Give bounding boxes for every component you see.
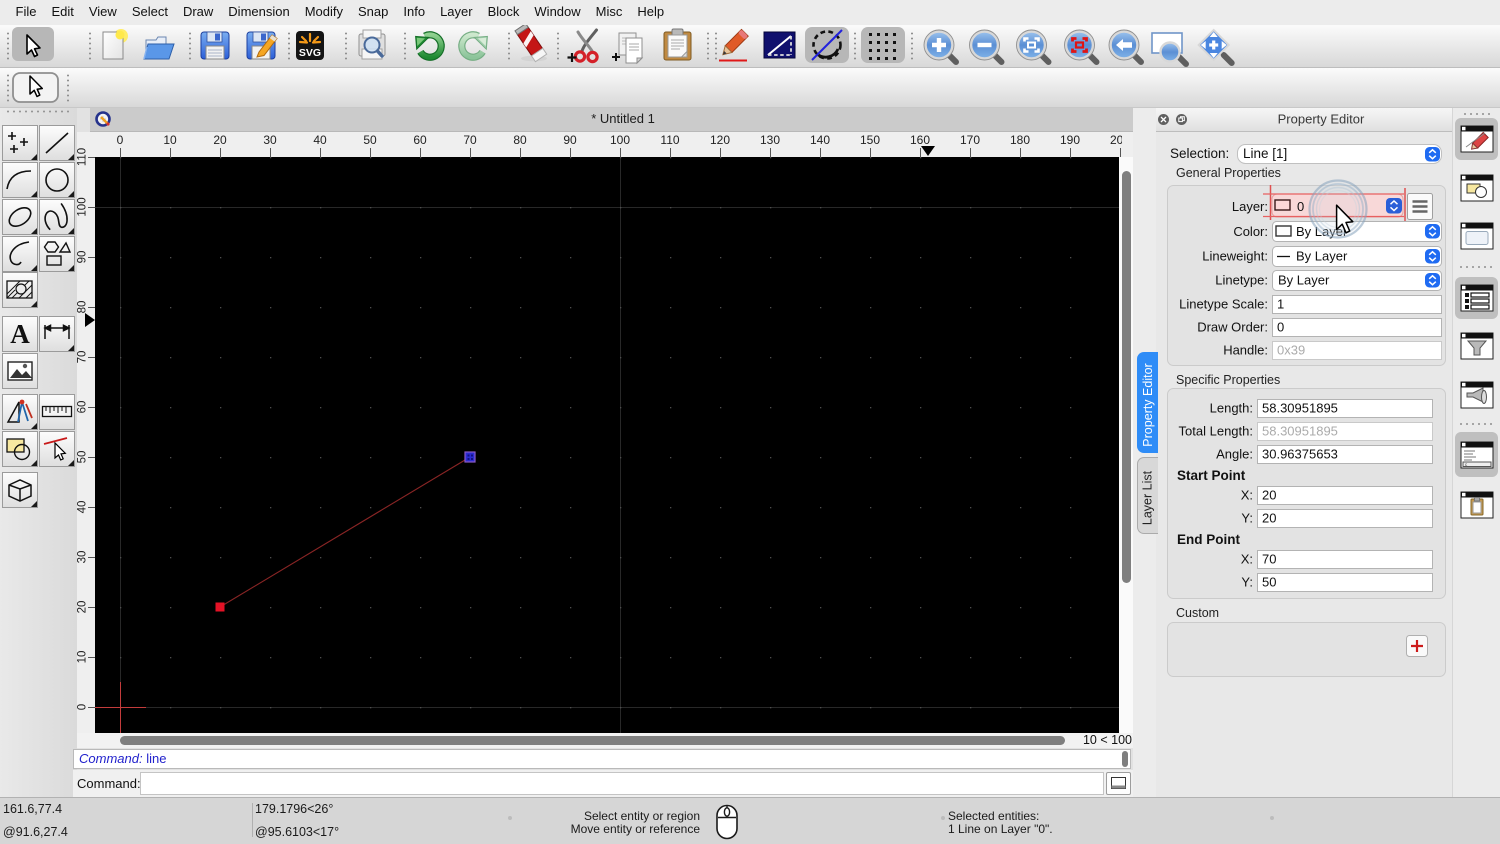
- svg-text:Color:: Color:: [1233, 224, 1268, 239]
- svg-text:Selection:: Selection:: [1170, 146, 1229, 161]
- svg-text:40: 40: [313, 133, 327, 147]
- svg-text:80: 80: [77, 301, 89, 314]
- svg-text:By Layer: By Layer: [1278, 273, 1330, 288]
- svg-text:10: 10: [163, 133, 177, 147]
- svg-text:A: A: [10, 319, 30, 349]
- svg-text:80: 80: [513, 133, 527, 147]
- svg-text:1: 1: [1277, 297, 1284, 312]
- svg-text:90: 90: [563, 133, 577, 147]
- svg-text:Y:: Y:: [1241, 575, 1253, 590]
- svg-text:60: 60: [413, 133, 427, 147]
- svg-text:190: 190: [1060, 133, 1080, 147]
- svg-text:Start Point: Start Point: [1177, 468, 1246, 483]
- svg-text:200: 200: [1110, 133, 1122, 147]
- svg-text:By Layer: By Layer: [1296, 249, 1348, 264]
- svg-text:160: 160: [910, 133, 930, 147]
- svg-text:Total Length:: Total Length:: [1179, 424, 1253, 439]
- svg-text:Lineweight:: Lineweight:: [1202, 249, 1268, 264]
- svg-text:General Properties: General Properties: [1176, 166, 1281, 180]
- svg-text:SVG: SVG: [299, 47, 321, 59]
- svg-text:20: 20: [213, 133, 227, 147]
- svg-text:X:: X:: [1241, 552, 1253, 567]
- svg-text:30.96375653: 30.96375653: [1262, 447, 1338, 462]
- svg-text:110: 110: [77, 148, 89, 166]
- svg-text:Custom: Custom: [1176, 606, 1219, 620]
- svg-text:End Point: End Point: [1177, 532, 1240, 547]
- svg-text:70: 70: [77, 351, 89, 364]
- svg-text:Angle:: Angle:: [1216, 447, 1253, 462]
- svg-text:X:: X:: [1241, 488, 1253, 503]
- svg-text:120: 120: [710, 133, 730, 147]
- svg-text:58.30951895: 58.30951895: [1262, 401, 1338, 416]
- svg-text:50: 50: [1262, 575, 1276, 590]
- svg-text:30: 30: [263, 133, 277, 147]
- svg-text:100: 100: [77, 197, 89, 216]
- svg-text:Linetype:: Linetype:: [1215, 273, 1268, 288]
- svg-text:10: 10: [77, 651, 89, 664]
- svg-text:0: 0: [117, 133, 124, 147]
- svg-text:Line [1]: Line [1]: [1243, 146, 1287, 161]
- svg-text:Handle:: Handle:: [1223, 343, 1268, 358]
- svg-text:110: 110: [660, 133, 679, 147]
- svg-text:70: 70: [463, 133, 477, 147]
- svg-text:Y:: Y:: [1241, 511, 1253, 526]
- svg-text:Length:: Length:: [1210, 401, 1253, 416]
- svg-text:Layer:: Layer:: [1232, 199, 1268, 214]
- svg-text:Draw Order:: Draw Order:: [1197, 320, 1268, 335]
- svg-text:0: 0: [1277, 320, 1284, 335]
- svg-text:90: 90: [77, 251, 89, 264]
- svg-text:58.30951895: 58.30951895: [1262, 424, 1338, 439]
- svg-text:Property Editor: Property Editor: [1278, 112, 1365, 127]
- svg-text:60: 60: [77, 401, 89, 414]
- svg-text:30: 30: [77, 551, 89, 564]
- svg-text:0: 0: [77, 704, 89, 710]
- svg-text:Linetype Scale:: Linetype Scale:: [1179, 297, 1268, 312]
- svg-text:40: 40: [77, 501, 89, 514]
- svg-text:Specific Properties: Specific Properties: [1176, 373, 1280, 387]
- svg-text:0x39: 0x39: [1277, 343, 1305, 358]
- svg-text:0: 0: [1297, 199, 1304, 214]
- svg-text:100: 100: [610, 133, 630, 147]
- svg-text:170: 170: [960, 133, 980, 147]
- svg-text:20: 20: [77, 601, 89, 614]
- svg-text:20: 20: [1262, 511, 1276, 526]
- svg-text:50: 50: [363, 133, 377, 147]
- svg-text:70: 70: [1262, 552, 1276, 567]
- svg-text:150: 150: [860, 133, 880, 147]
- svg-text:130: 130: [760, 133, 780, 147]
- svg-text:180: 180: [1010, 133, 1030, 147]
- svg-text:20: 20: [1262, 488, 1276, 503]
- svg-text:50: 50: [77, 451, 89, 464]
- svg-text:140: 140: [810, 133, 830, 147]
